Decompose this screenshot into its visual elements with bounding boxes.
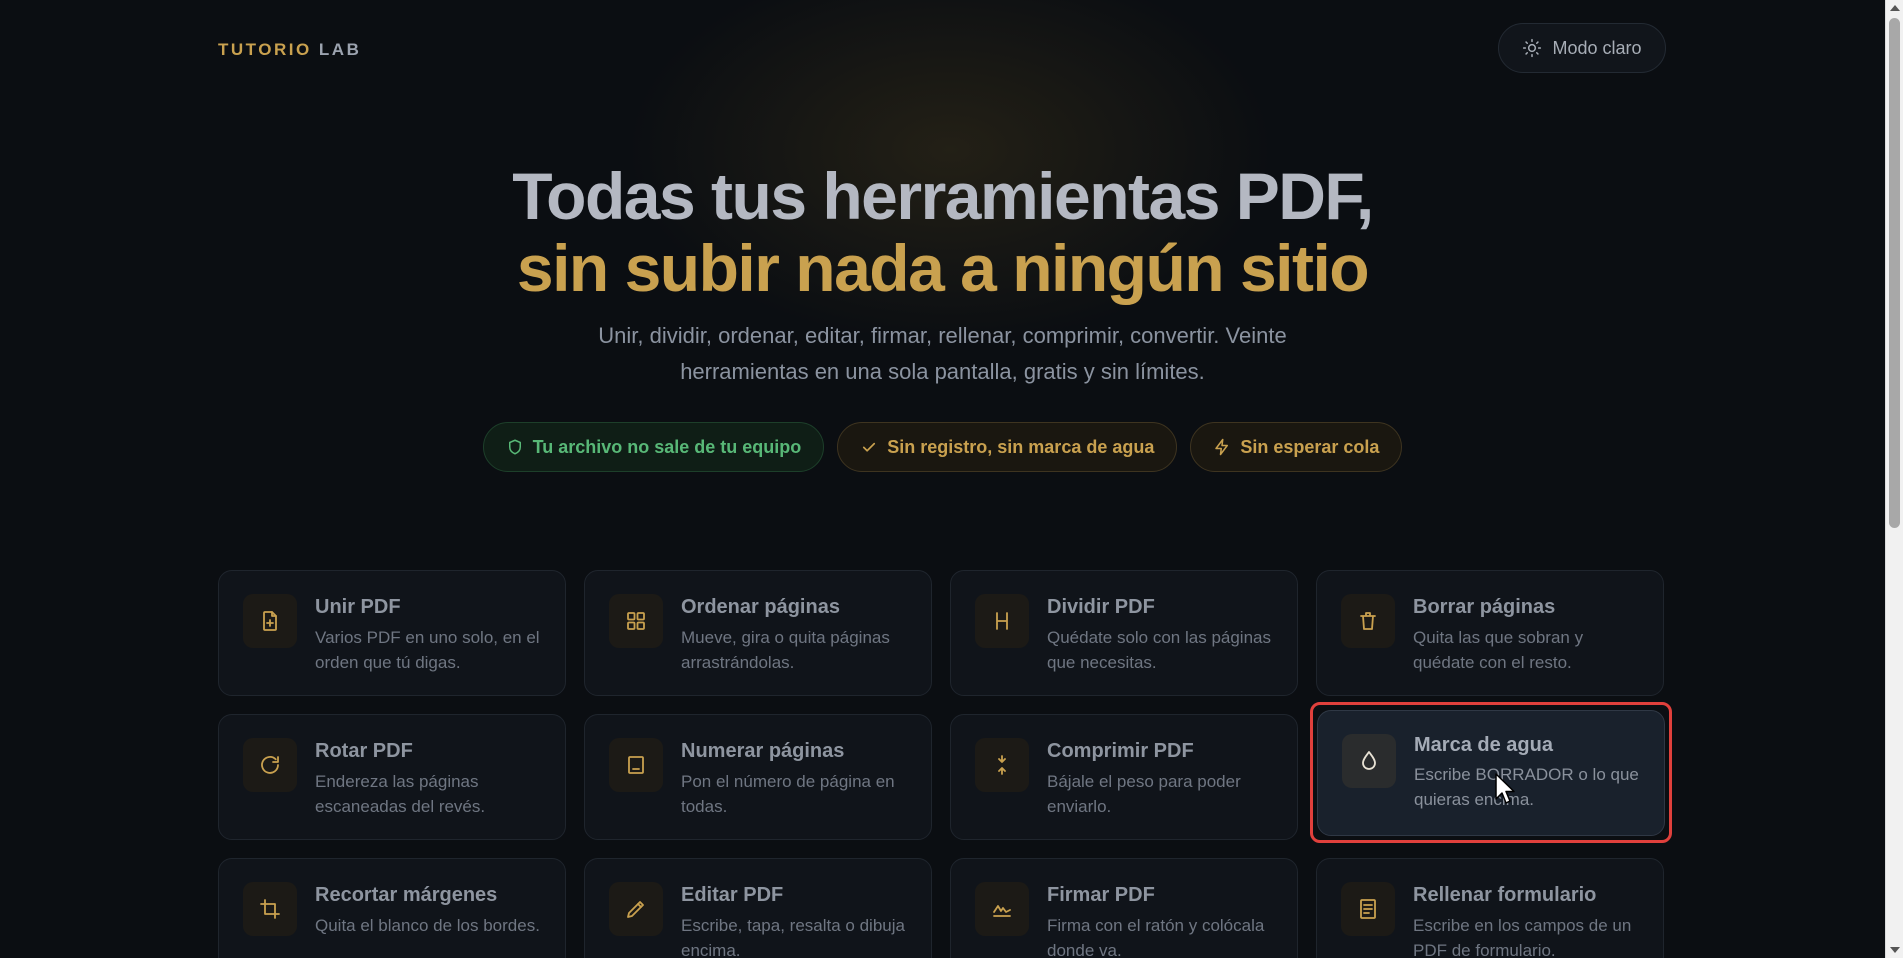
sun-icon [1523,38,1542,58]
tool-title: Rellenar formulario [1413,884,1597,906]
badge-no-queue-label: Sin esperar cola [1240,436,1380,457]
badge-no-registration-label: Sin registro, sin marca de agua [887,436,1155,457]
page-number-icon [628,756,644,774]
tool-description: Endereza las páginas escaneadas del revé… [315,772,486,816]
tool-title: Borrar páginas [1413,596,1556,618]
tool-description: Quita el blanco de los bordes. [315,916,540,935]
badge-privacy-label: Tu archivo no sale de tu equipo [532,436,802,457]
tool-title: Numerar páginas [681,740,845,762]
tool-card-edit[interactable]: Editar PDF Escribe, tapa, resalta o dibu… [584,858,932,958]
mouse-cursor-icon [1495,773,1515,804]
tool-title: Unir PDF [315,596,401,618]
badge-privacy: Tu archivo no sale de tu equipo [482,422,825,472]
grid-icon [627,612,645,630]
tool-description: Mueve, gira o quita páginas arrastrándol… [681,628,890,672]
hero-subtitle: Unir, dividir, ordenar, editar, firmar, … [598,323,1287,384]
tool-title: Rotar PDF [315,740,413,762]
brand-part-2: LAB [318,40,362,59]
light-mode-button[interactable]: Modo claro [1498,23,1666,73]
tool-description: Pon el número de página en todas. [681,772,895,816]
trash-icon [1360,612,1376,630]
tool-description: Quédate solo con las páginas que necesit… [1047,628,1271,672]
hero-title-line-1: Todas tus herramientas PDF, [512,159,1374,233]
scroll-up-arrow-icon[interactable] [1890,5,1900,11]
vertical-scrollbar[interactable] [1885,0,1903,958]
tool-description: Firma con el ratón y colócala donde va. [1047,916,1265,958]
crop-icon [260,899,280,919]
badge-no-registration: Sin registro, sin marca de agua [837,422,1178,472]
tool-title: Recortar márgenes [315,884,498,906]
rotate-icon [261,756,279,774]
brand-logo[interactable]: TUTORIO LAB [218,40,361,60]
tool-card-page-numbers[interactable]: Numerar páginas Pon el número de página … [584,714,932,840]
tool-title: Ordenar páginas [681,596,840,618]
tool-description: Escribe en los campos de un PDF de formu… [1413,916,1632,958]
tool-title: Editar PDF [681,884,784,906]
hero-title-line-2: sin subir nada a ningún sitio [516,231,1370,305]
tool-card-fill-form[interactable]: Rellenar formulario Escribe en los campo… [1316,858,1664,958]
tool-title: Dividir PDF [1047,596,1155,618]
check-icon [863,442,876,452]
signature-icon [993,905,1011,917]
file-plus-icon [263,611,277,631]
tool-card-delete-pages[interactable]: Borrar páginas Quita las que sobran y qu… [1316,570,1664,696]
tool-card-merge[interactable]: Unir PDF Varios PDF en uno solo, en el o… [218,570,566,696]
brand-part-1: TUTORIO [218,40,312,59]
pencil-icon [627,901,644,918]
tool-card-compress[interactable]: Comprimir PDF Bájale el peso para poder … [950,714,1298,840]
tool-card-rotate[interactable]: Rotar PDF Endereza las páginas escaneada… [218,714,566,840]
tool-description: Bájale el peso para poder enviarlo. [1047,772,1241,816]
tool-title: Comprimir PDF [1047,740,1194,762]
light-mode-label: Modo claro [1552,37,1642,58]
scrollbar-thumb[interactable] [1889,18,1900,528]
tool-title: Firmar PDF [1047,884,1155,906]
tool-description: Varios PDF en uno solo, en el orden que … [315,628,540,672]
badge-no-queue: Sin esperar cola [1190,422,1403,472]
trust-badges: Tu archivo no sale de tu equipo Sin regi… [0,422,1885,472]
tool-card-sign[interactable]: Firmar PDF Firma con el ratón y colócala… [950,858,1298,958]
tool-card-reorder[interactable]: Ordenar páginas Mueve, gira o quita pági… [584,570,932,696]
tool-card-crop[interactable]: Recortar márgenes Quita el blanco de los… [218,858,566,958]
compress-icon [998,755,1006,775]
shield-icon [508,439,521,455]
tool-description: Escribe, tapa, resalta o dibuja encima. [681,916,905,958]
tool-card-split[interactable]: Dividir PDF Quédate solo con las páginas… [950,570,1298,696]
scroll-down-arrow-icon[interactable] [1890,947,1900,953]
bolt-icon [1215,438,1229,456]
focus-highlight-outline [1310,702,1672,843]
form-icon [1360,899,1376,919]
split-icon [996,612,1008,630]
tool-description: Quita las que sobran y quédate con el re… [1413,628,1584,672]
